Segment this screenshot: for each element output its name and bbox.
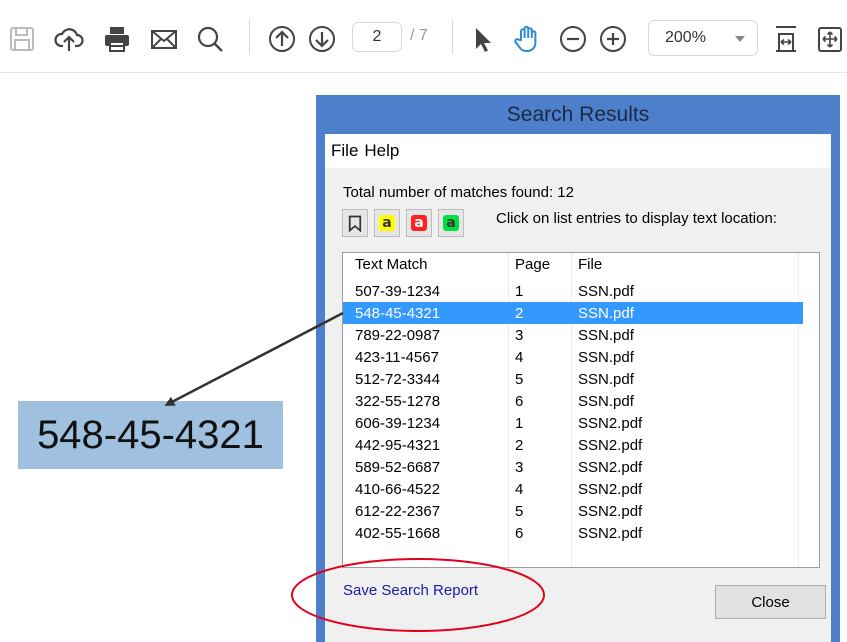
cell-text-match: 606-39-1234 bbox=[355, 415, 441, 432]
dialog-client: File Help Total number of matches found:… bbox=[325, 134, 831, 642]
search-icon[interactable] bbox=[194, 22, 226, 56]
cell-text-match: 512-72-3344 bbox=[355, 371, 441, 388]
close-button[interactable]: Close bbox=[715, 585, 826, 619]
fit-page-icon[interactable] bbox=[770, 22, 802, 56]
save-search-report-link[interactable]: Save Search Report bbox=[343, 582, 478, 599]
highlight-red-button[interactable]: a bbox=[406, 209, 432, 237]
highlight-green-button[interactable]: a bbox=[438, 209, 464, 237]
highlight-green-icon: a bbox=[443, 215, 459, 231]
search-results-dialog: Search Results File Help Total number of… bbox=[316, 95, 840, 642]
list-header: Text Match Page File bbox=[343, 253, 819, 279]
column-header-file[interactable]: File bbox=[578, 256, 602, 273]
cell-text-match: 322-55-1278 bbox=[355, 393, 441, 410]
cell-page: 2 bbox=[515, 437, 524, 454]
page-up-icon[interactable] bbox=[266, 22, 298, 56]
menu-file[interactable]: File bbox=[325, 141, 358, 161]
cell-page: 6 bbox=[515, 393, 524, 410]
list-item[interactable]: 402-55-1668 6 SSN2.pdf bbox=[343, 522, 803, 544]
cell-file: SSN.pdf bbox=[578, 349, 634, 366]
cell-file: SSN2.pdf bbox=[578, 415, 643, 432]
cell-page: 6 bbox=[515, 525, 524, 542]
cell-file: SSN.pdf bbox=[578, 371, 634, 388]
results-list[interactable]: Text Match Page File 507-39-1234 1 SSN.pdf… bbox=[342, 252, 820, 568]
list-item[interactable]: 507-39-1234 1 SSN.pdf bbox=[343, 280, 803, 302]
cell-page: 3 bbox=[515, 327, 524, 344]
highlight-red-icon: a bbox=[411, 215, 427, 231]
page-down-icon[interactable] bbox=[306, 22, 338, 56]
print-icon[interactable] bbox=[101, 22, 133, 56]
list-item[interactable]: 410-66-4522 4 SSN2.pdf bbox=[343, 478, 803, 500]
menu-bar: File Help bbox=[325, 134, 831, 168]
list-item[interactable]: 612-22-2367 5 SSN2.pdf bbox=[343, 500, 803, 522]
cell-page: 4 bbox=[515, 481, 524, 498]
cell-text-match: 410-66-4522 bbox=[355, 481, 441, 498]
cell-page: 5 bbox=[515, 371, 524, 388]
cell-text-match: 442-95-4321 bbox=[355, 437, 441, 454]
toolbar-separator bbox=[249, 20, 250, 54]
cell-file: SSN.pdf bbox=[578, 327, 634, 344]
cell-file: SSN.pdf bbox=[578, 283, 634, 300]
cell-text-match: 589-52-6687 bbox=[355, 459, 441, 476]
toolbar: 2 / 7 200% bbox=[0, 0, 847, 73]
cell-page: 5 bbox=[515, 503, 524, 520]
save-icon[interactable] bbox=[6, 22, 38, 56]
cell-file: SSN2.pdf bbox=[578, 459, 643, 476]
hand-icon[interactable] bbox=[510, 22, 542, 56]
instruction-text: Click on list entries to display text lo… bbox=[496, 210, 777, 227]
menu-help[interactable]: Help bbox=[358, 141, 399, 161]
document-highlight: 548-45-4321 bbox=[18, 401, 283, 469]
cell-file: SSN2.pdf bbox=[578, 437, 643, 454]
list-item[interactable]: 789-22-0987 3 SSN.pdf bbox=[343, 324, 803, 346]
cell-text-match: 402-55-1668 bbox=[355, 525, 441, 542]
zoom-out-icon[interactable] bbox=[557, 22, 589, 56]
match-count: Total number of matches found: 12 bbox=[343, 184, 574, 201]
zoom-value: 200% bbox=[665, 29, 706, 46]
list-item[interactable]: 512-72-3344 5 SSN.pdf bbox=[343, 368, 803, 390]
toolbar-separator bbox=[452, 20, 453, 54]
cell-page: 1 bbox=[515, 415, 524, 432]
bookmark-button[interactable] bbox=[342, 209, 368, 237]
list-item[interactable]: 589-52-6687 3 SSN2.pdf bbox=[343, 456, 803, 478]
list-item[interactable]: 548-45-4321 2 SSN.pdf bbox=[343, 302, 803, 324]
column-header-text-match[interactable]: Text Match bbox=[355, 256, 428, 273]
cell-file: SSN.pdf bbox=[578, 305, 634, 322]
highlight-yellow-button[interactable]: a bbox=[374, 209, 400, 237]
dialog-title: Search Results bbox=[506, 103, 650, 126]
list-item[interactable]: 442-95-4321 2 SSN2.pdf bbox=[343, 434, 803, 456]
cell-text-match: 548-45-4321 bbox=[355, 305, 441, 322]
pointer-icon[interactable] bbox=[466, 22, 498, 56]
list-item[interactable]: 423-11-4567 4 SSN.pdf bbox=[343, 346, 803, 368]
cell-text-match: 612-22-2367 bbox=[355, 503, 441, 520]
zoom-select[interactable]: 200% bbox=[648, 20, 758, 56]
cell-page: 1 bbox=[515, 283, 524, 300]
cell-file: SSN.pdf bbox=[578, 393, 634, 410]
highlight-yellow-icon: a bbox=[379, 215, 395, 231]
bookmark-icon bbox=[348, 215, 362, 232]
cell-text-match: 507-39-1234 bbox=[355, 283, 441, 300]
list-item[interactable]: 606-39-1234 1 SSN2.pdf bbox=[343, 412, 803, 434]
cell-file: SSN2.pdf bbox=[578, 481, 643, 498]
list-item[interactable]: 322-55-1278 6 SSN.pdf bbox=[343, 390, 803, 412]
page-number-input[interactable]: 2 bbox=[352, 22, 402, 52]
fit-width-icon[interactable] bbox=[814, 22, 846, 56]
cell-file: SSN2.pdf bbox=[578, 503, 643, 520]
column-header-page[interactable]: Page bbox=[515, 256, 550, 273]
mail-icon[interactable] bbox=[148, 22, 180, 56]
cell-page: 3 bbox=[515, 459, 524, 476]
cell-file: SSN2.pdf bbox=[578, 525, 643, 542]
cell-text-match: 789-22-0987 bbox=[355, 327, 441, 344]
cell-page: 2 bbox=[515, 305, 524, 322]
zoom-in-icon[interactable] bbox=[597, 22, 629, 56]
page-total: / 7 bbox=[410, 27, 428, 44]
cell-page: 4 bbox=[515, 349, 524, 366]
chevron-down-icon bbox=[735, 36, 745, 42]
cell-text-match: 423-11-4567 bbox=[355, 349, 439, 366]
cloud-upload-icon[interactable] bbox=[53, 22, 85, 56]
